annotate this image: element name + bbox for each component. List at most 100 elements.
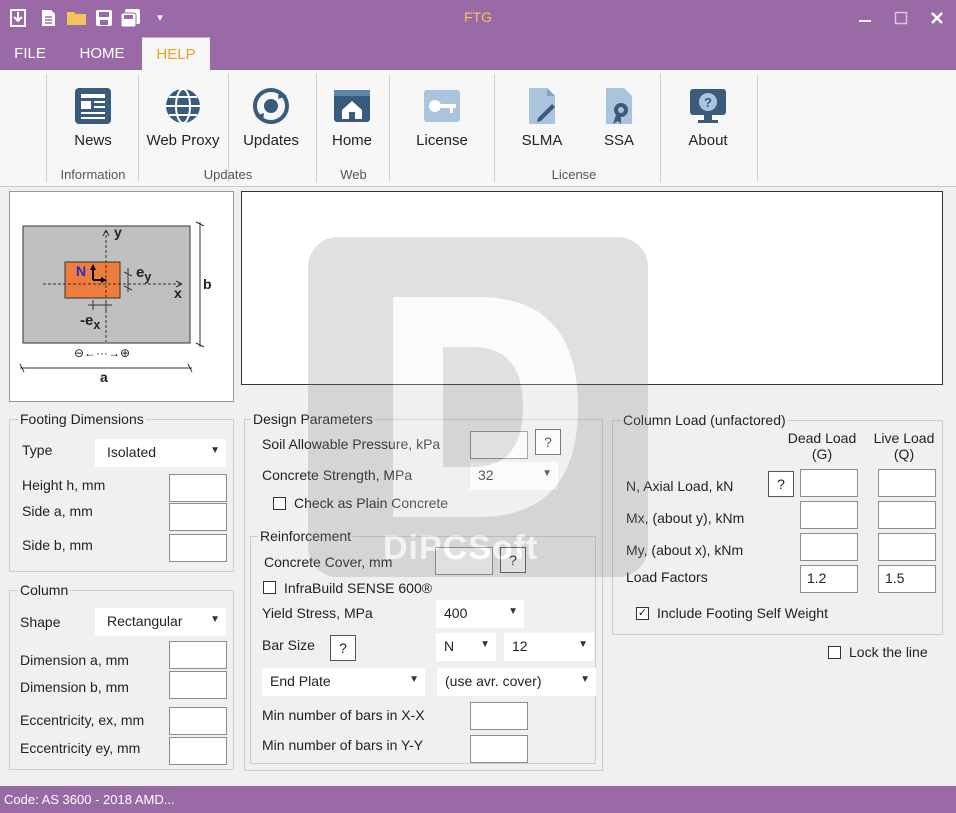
mx-live-input[interactable]	[878, 501, 936, 529]
results-output-area	[241, 191, 943, 385]
about-button[interactable]: ? About	[672, 82, 744, 162]
axial-dead-input[interactable]	[800, 469, 858, 497]
ssa-label: SSA	[603, 132, 634, 149]
side-a-input[interactable]	[169, 503, 227, 531]
dimension-b-input[interactable]	[169, 671, 227, 699]
self-weight-label: Include Footing Self Weight	[657, 605, 828, 621]
minimize-button[interactable]	[850, 5, 880, 29]
eccentricity-x-label: Eccentricity, ex, mm	[20, 712, 145, 728]
concrete-cover-help-button[interactable]: ?	[500, 547, 526, 573]
dimension-b-label: Dimension b, mm	[20, 679, 129, 695]
ribbon-tab-bar: FILE HOME HELP	[0, 37, 956, 70]
bar-type-value: N	[444, 638, 455, 654]
diagram-a-label: a	[100, 369, 108, 385]
globe-icon	[163, 86, 203, 126]
group-separator	[138, 74, 139, 182]
group-label-information: Information	[60, 167, 126, 182]
reinforcement-legend: Reinforcement	[258, 528, 354, 544]
footing-type-select[interactable]: Isolated ▼	[95, 439, 226, 467]
cover-mode-select[interactable]: (use avr. cover) ▼	[437, 668, 596, 696]
type-label: Type	[22, 442, 53, 458]
min-bars-y-input[interactable]	[470, 735, 528, 763]
ribbon: News Web Proxy Updates Home License SLMA	[0, 70, 956, 187]
status-text: Code: AS 3600 - 2018 AMD...	[4, 792, 175, 807]
tab-file[interactable]: FILE	[4, 37, 56, 70]
live-factor-input[interactable]: 1.5	[878, 565, 936, 593]
min-bars-x-input[interactable]	[470, 702, 528, 730]
column-legend: Column	[18, 582, 71, 598]
refresh-icon	[251, 86, 291, 126]
footing-dimensions-legend: Footing Dimensions	[18, 411, 146, 427]
height-input[interactable]	[169, 474, 227, 502]
my-label: My, (about x), kNm	[626, 542, 744, 558]
end-type-select[interactable]: End Plate ▼	[262, 668, 425, 696]
load-factors-label: Load Factors	[626, 569, 708, 585]
ssa-button[interactable]: SSA	[586, 82, 652, 162]
yield-stress-select[interactable]: 400 ▼	[436, 600, 524, 628]
live-load-header: Live Load	[873, 430, 935, 446]
live-load-subheader: (Q)	[893, 446, 915, 462]
news-icon	[73, 86, 113, 126]
bar-type-select[interactable]: N ▼	[436, 633, 496, 661]
bar-size-select[interactable]: 12 ▼	[504, 633, 594, 661]
diagram-y-label: y	[114, 224, 122, 240]
bar-size-help-button[interactable]: ?	[330, 635, 356, 661]
chevron-down-icon: ▼	[210, 445, 220, 456]
chevron-down-icon: ▼	[542, 468, 552, 479]
plain-concrete-label: Check as Plain Concrete	[294, 495, 449, 511]
eccentricity-x-input[interactable]	[169, 707, 227, 735]
web-proxy-button[interactable]: Web Proxy	[142, 82, 224, 162]
infrabuild-label: InfraBuild SENSE 600®	[284, 580, 433, 596]
infrabuild-checkbox[interactable]	[263, 581, 276, 594]
lock-line-checkbox[interactable]	[828, 646, 841, 659]
mx-label: Mx, (about y), kNm	[626, 510, 745, 526]
design-parameters-legend: Design Parameters	[251, 411, 375, 427]
license-button[interactable]: License	[406, 82, 478, 162]
my-dead-input[interactable]	[800, 533, 858, 561]
self-weight-checkbox[interactable]: ✓	[636, 607, 649, 620]
maximize-button[interactable]	[886, 5, 916, 29]
home-button[interactable]: Home	[320, 82, 384, 162]
slma-label: SLMA	[521, 132, 563, 149]
news-button[interactable]: News	[56, 82, 130, 162]
dead-factor-input[interactable]: 1.2	[800, 565, 858, 593]
min-bars-y-label: Min number of bars in Y-Y	[262, 737, 424, 753]
side-b-input[interactable]	[169, 534, 227, 562]
diagram-n-label: N	[76, 263, 87, 279]
home-label: Home	[331, 132, 372, 149]
tab-home[interactable]: HOME	[64, 37, 140, 70]
tab-help[interactable]: HELP	[142, 37, 210, 70]
concrete-cover-input[interactable]	[435, 547, 493, 575]
close-button[interactable]	[922, 5, 952, 29]
lock-line-label: Lock the line	[849, 644, 928, 660]
my-live-input[interactable]	[878, 533, 936, 561]
group-separator	[494, 74, 495, 182]
group-separator	[46, 74, 47, 182]
axial-live-input[interactable]	[878, 469, 936, 497]
key-icon	[422, 86, 462, 126]
plain-concrete-checkbox[interactable]	[273, 497, 286, 510]
height-label: Height h, mm	[22, 477, 106, 493]
chevron-down-icon: ▼	[578, 639, 588, 650]
group-separator	[228, 74, 229, 182]
soil-pressure-help-button[interactable]: ?	[535, 429, 561, 455]
axial-load-help-button[interactable]: ?	[768, 471, 794, 497]
bar-size-value: 12	[512, 638, 528, 654]
eccentricity-y-input[interactable]	[169, 737, 227, 765]
group-label-license: License	[551, 167, 597, 182]
app-title: FTG	[464, 9, 492, 25]
soil-pressure-label: Soil Allowable Pressure, kPa	[262, 436, 441, 452]
cover-mode-value: (use avr. cover)	[445, 673, 542, 689]
concrete-cover-label: Concrete Cover, mm	[264, 554, 393, 570]
yield-stress-value: 400	[444, 605, 468, 621]
column-shape-select[interactable]: Rectangular ▼	[95, 608, 226, 636]
group-label-web: Web	[340, 167, 367, 182]
concrete-strength-select[interactable]: 32 ▼	[470, 462, 558, 490]
footing-diagram: y x N ey -ex b a ⊖←···→⊕	[9, 191, 234, 402]
soil-pressure-input[interactable]	[470, 431, 528, 459]
dimension-a-input[interactable]	[169, 641, 227, 669]
group-separator	[389, 74, 390, 182]
slma-button[interactable]: SLMA	[508, 82, 576, 162]
mx-dead-input[interactable]	[800, 501, 858, 529]
updates-button[interactable]: Updates	[234, 82, 308, 162]
